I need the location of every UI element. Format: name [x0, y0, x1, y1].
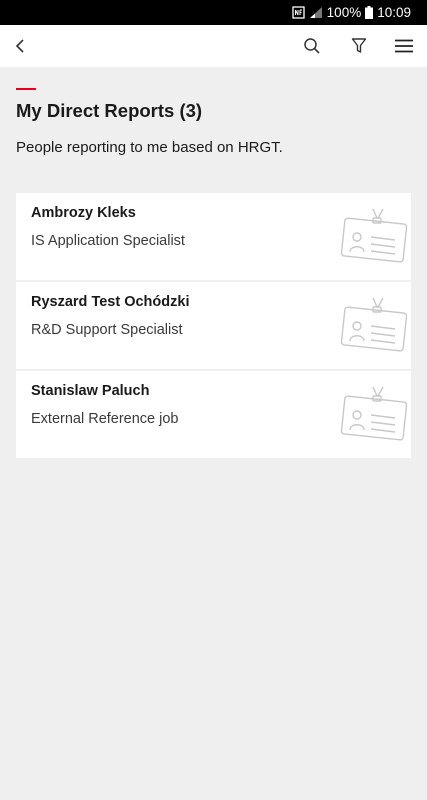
id-badge-icon	[340, 386, 407, 441]
nfc-icon	[292, 6, 305, 19]
filter-button[interactable]	[339, 25, 379, 67]
menu-button[interactable]	[384, 25, 424, 67]
report-name: Ambrozy Kleks	[31, 205, 136, 221]
search-icon	[304, 38, 320, 54]
battery-percentage: 100%	[326, 5, 362, 20]
clock-time: 10:09	[377, 5, 411, 20]
page-title: My Direct Reports (3)	[16, 100, 203, 121]
back-button[interactable]	[0, 25, 40, 67]
report-role: IS Application Specialist	[31, 233, 185, 249]
report-name: Stanislaw Paluch	[31, 383, 150, 399]
report-card[interactable]: Ryszard Test Ochódzki R&D Support Specia…	[16, 282, 411, 369]
title-accent-line	[16, 88, 36, 90]
signal-icon	[309, 6, 323, 19]
report-role: External Reference job	[31, 411, 179, 427]
direct-reports-list: Ambrozy Kleks IS Application Specialist …	[16, 193, 411, 460]
search-button[interactable]	[292, 25, 332, 67]
back-arrow-icon	[15, 39, 24, 53]
id-badge-icon	[340, 297, 407, 352]
report-role: R&D Support Specialist	[31, 322, 183, 338]
report-card[interactable]: Ambrozy Kleks IS Application Specialist	[16, 193, 411, 280]
report-card[interactable]: Stanislaw Paluch External Reference job	[16, 371, 411, 458]
filter-icon	[351, 38, 367, 53]
battery-icon	[365, 6, 374, 19]
id-badge-icon	[340, 208, 407, 263]
status-bar: 100% 10:09	[0, 0, 427, 25]
top-app-bar	[0, 25, 427, 67]
report-name: Ryszard Test Ochódzki	[31, 294, 190, 310]
hamburger-menu-icon	[395, 39, 413, 53]
page-subtitle: People reporting to me based on HRGT.	[16, 139, 283, 156]
